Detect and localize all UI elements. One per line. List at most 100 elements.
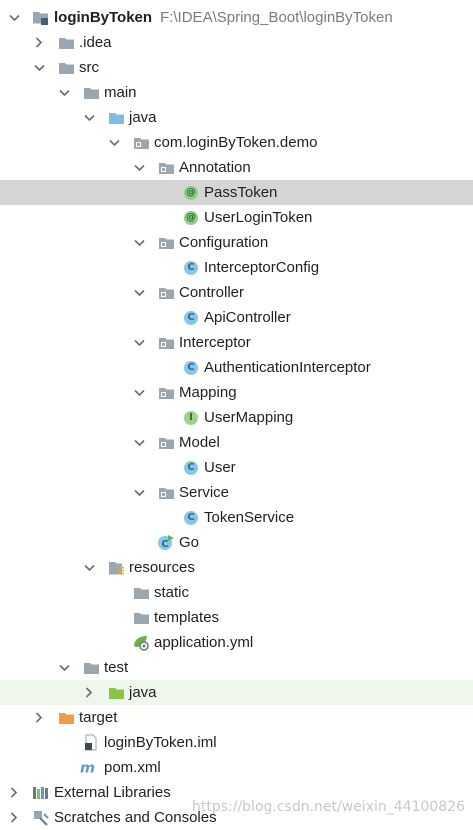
tree-row[interactable]: @ UserLoginToken bbox=[0, 205, 473, 230]
expand-arrow-icon[interactable] bbox=[56, 80, 72, 105]
iml-file-icon bbox=[82, 734, 100, 751]
expand-arrow-icon[interactable] bbox=[6, 5, 22, 30]
tree-item-name: External Libraries bbox=[54, 784, 171, 801]
folder-icon bbox=[132, 584, 150, 601]
scratches-icon bbox=[32, 809, 50, 826]
package-icon bbox=[157, 284, 175, 301]
expand-arrow-icon[interactable] bbox=[56, 655, 72, 680]
package-icon bbox=[157, 334, 175, 351]
tree-row[interactable]: src bbox=[0, 55, 473, 80]
tree-row[interactable]: Controller bbox=[0, 280, 473, 305]
tree-row[interactable]: loginByToken.iml bbox=[0, 730, 473, 755]
tree-item-label: java bbox=[129, 105, 157, 130]
collapse-arrow-icon[interactable] bbox=[31, 30, 47, 55]
tree-row[interactable]: loginByToken F:\IDEA\Spring_Boot\loginByT… bbox=[0, 5, 473, 30]
tree-row[interactable]: C Go bbox=[0, 530, 473, 555]
expand-arrow-icon[interactable] bbox=[131, 155, 147, 180]
package-icon bbox=[157, 434, 175, 451]
package-icon bbox=[157, 234, 175, 251]
tree-row[interactable]: application.yml bbox=[0, 630, 473, 655]
tree-item-label: Mapping bbox=[179, 380, 237, 405]
expand-arrow-icon[interactable] bbox=[131, 480, 147, 505]
tree-row[interactable]: C User bbox=[0, 455, 473, 480]
test-source-folder-icon bbox=[107, 684, 125, 701]
tree-item-label: .idea bbox=[79, 30, 112, 55]
tree-item-name: java bbox=[129, 684, 157, 701]
resources-folder-icon bbox=[107, 559, 125, 576]
expand-arrow-icon[interactable] bbox=[131, 280, 147, 305]
tree-row[interactable]: m pom.xml bbox=[0, 755, 473, 780]
collapse-arrow-icon[interactable] bbox=[6, 805, 22, 830]
tree-item-name: loginByToken bbox=[54, 9, 153, 26]
tree-row[interactable]: Model bbox=[0, 430, 473, 455]
tree-item-name: ApiController bbox=[204, 309, 291, 326]
tree-row[interactable]: .idea bbox=[0, 30, 473, 55]
tree-item-name: templates bbox=[154, 609, 220, 626]
tree-item-name: InterceptorConfig bbox=[204, 259, 320, 276]
expand-arrow-icon[interactable] bbox=[81, 555, 97, 580]
tree-row[interactable]: C AuthenticationInterceptor bbox=[0, 355, 473, 380]
tree-row[interactable]: Interceptor bbox=[0, 330, 473, 355]
tree-row[interactable]: C TokenService bbox=[0, 505, 473, 530]
tree-row[interactable]: target bbox=[0, 705, 473, 730]
yaml-config-icon bbox=[132, 634, 150, 651]
module-folder-icon bbox=[32, 9, 50, 26]
project-path: F:\IDEA\Spring_Boot\loginByToken bbox=[160, 9, 393, 26]
tree-item-label: templates bbox=[154, 605, 219, 630]
tree-row[interactable]: main bbox=[0, 80, 473, 105]
package-icon bbox=[157, 159, 175, 176]
tree-row[interactable]: I UserMapping bbox=[0, 405, 473, 430]
tree-item-label: Interceptor bbox=[179, 330, 251, 355]
tree-row[interactable]: Configuration bbox=[0, 230, 473, 255]
excluded-folder-icon bbox=[57, 709, 75, 726]
tree-row[interactable]: C InterceptorConfig bbox=[0, 255, 473, 280]
tree-row[interactable]: Service bbox=[0, 480, 473, 505]
expand-arrow-icon[interactable] bbox=[131, 430, 147, 455]
annotation-icon: @ bbox=[184, 185, 198, 200]
tree-item-name: Go bbox=[179, 534, 200, 551]
tree-item-name: loginByToken.iml bbox=[104, 734, 217, 751]
tree-item-label: loginByToken.iml bbox=[104, 730, 217, 755]
tree-item-label: resources bbox=[129, 555, 195, 580]
tree-row[interactable]: java bbox=[0, 105, 473, 130]
tree-item-label: application.yml bbox=[154, 630, 253, 655]
tree-row[interactable]: com.loginByToken.demo bbox=[0, 130, 473, 155]
expand-arrow-icon[interactable] bbox=[106, 130, 122, 155]
class-icon: C bbox=[182, 509, 200, 526]
tree-item-name: Mapping bbox=[179, 384, 237, 401]
tree-row[interactable]: Mapping bbox=[0, 380, 473, 405]
tree-item-label: target bbox=[79, 705, 117, 730]
tree-item-name: Controller bbox=[179, 284, 245, 301]
collapse-arrow-icon[interactable] bbox=[6, 780, 22, 805]
tree-row[interactable]: templates bbox=[0, 605, 473, 630]
tree-row[interactable]: resources bbox=[0, 555, 473, 580]
tree-row[interactable]: @ PassToken bbox=[0, 180, 473, 205]
tree-row[interactable]: static bbox=[0, 580, 473, 605]
tree-item-label: AuthenticationInterceptor bbox=[204, 355, 371, 380]
expand-arrow-icon[interactable] bbox=[131, 380, 147, 405]
expand-arrow-icon[interactable] bbox=[131, 230, 147, 255]
class-icon: C bbox=[182, 309, 200, 326]
expand-arrow-icon[interactable] bbox=[81, 105, 97, 130]
tree-item-label: src bbox=[79, 55, 99, 80]
tree-item-label: UserLoginToken bbox=[204, 205, 312, 230]
collapse-arrow-icon[interactable] bbox=[81, 680, 97, 705]
tree-row[interactable]: Annotation bbox=[0, 155, 473, 180]
tree-row[interactable]: java bbox=[0, 680, 473, 705]
tree-item-label: User bbox=[204, 455, 236, 480]
folder-icon bbox=[132, 609, 150, 626]
tree-item-name: UserLoginToken bbox=[204, 209, 313, 226]
expand-arrow-icon[interactable] bbox=[31, 55, 47, 80]
tree-row[interactable]: test bbox=[0, 655, 473, 680]
expand-arrow-icon[interactable] bbox=[131, 330, 147, 355]
tree-item-name: Annotation bbox=[179, 159, 251, 176]
collapse-arrow-icon[interactable] bbox=[31, 705, 47, 730]
tree-item-name: UserMapping bbox=[204, 409, 294, 426]
maven-icon: m bbox=[80, 759, 98, 776]
project-tree: loginByToken F:\IDEA\Spring_Boot\loginByT… bbox=[0, 5, 473, 830]
class-icon: C bbox=[182, 459, 200, 476]
tree-row[interactable]: C ApiController bbox=[0, 305, 473, 330]
folder-icon bbox=[82, 659, 100, 676]
tree-item-label: UserMapping bbox=[204, 405, 293, 430]
tree-item-name: main bbox=[104, 84, 137, 101]
